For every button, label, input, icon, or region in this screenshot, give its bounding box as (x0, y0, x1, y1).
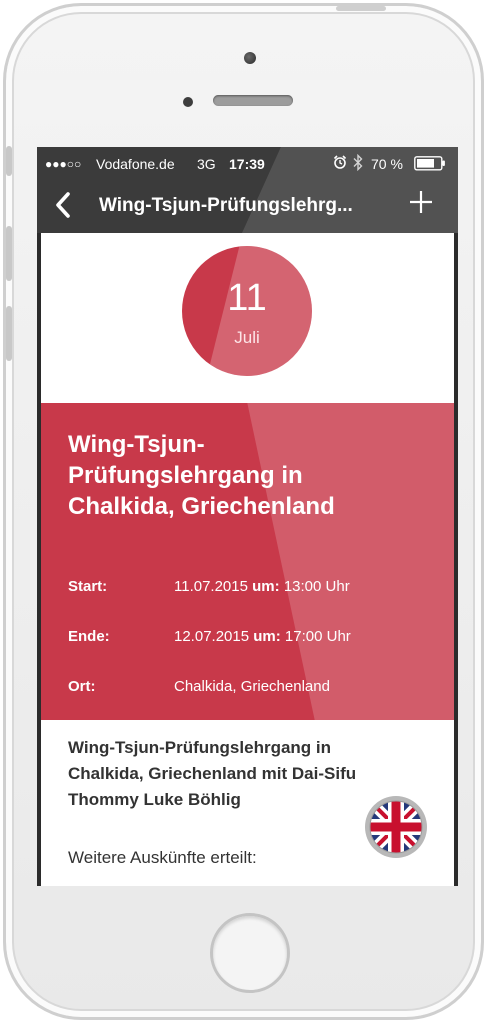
place-value: Chalkida, Griechenland (174, 678, 330, 695)
event-banner: Wing-Tsjun-Prüfungslehrgang in Chalkida,… (41, 403, 454, 720)
page-title: Wing-Tsjun-Prüfungslehrg... (99, 195, 353, 216)
start-date: 11.07.2015 (174, 578, 248, 595)
screen: ●●●○○ Vodafone.de 3G 17:39 70 % Wing-Tsj… (37, 147, 458, 886)
event-description: Wing-Tsjun-Prüfungslehrgang in Chalkida,… (68, 738, 357, 809)
event-detail: 11 Juli Wing-Tsjun-Prüfungslehrgang in C… (41, 233, 454, 886)
date-day: 11 (227, 277, 267, 319)
start-value: 11.07.2015 um: 13:00 Uhr (174, 578, 350, 595)
bluetooth-icon (353, 153, 363, 174)
chevron-left-icon[interactable] (53, 190, 71, 226)
proximity-sensor (183, 97, 193, 107)
place-label: Ort: (68, 678, 96, 695)
uk-flag-icon[interactable] (365, 796, 427, 858)
status-bar: ●●●○○ Vodafone.de 3G 17:39 70 % (37, 147, 458, 181)
navigation-bar: Wing-Tsjun-Prüfungslehrg... (37, 181, 458, 233)
end-date: 12.07.2015 (174, 628, 250, 645)
end-value: 12.07.2015 um: 17:00 Uhr (174, 628, 351, 645)
start-label: Start: (68, 578, 108, 595)
battery-icon (414, 156, 446, 174)
power-button (336, 6, 386, 11)
home-button[interactable] (210, 913, 290, 993)
signal-strength: ●●●○○ (45, 157, 82, 171)
more-info-text: Weitere Auskünfte erteilt: (68, 848, 257, 867)
clock: 17:39 (229, 156, 265, 172)
mute-switch (6, 146, 12, 176)
plus-icon[interactable] (408, 187, 434, 221)
end-label: Ende: (68, 628, 110, 645)
end-time: 17:00 Uhr (284, 628, 351, 645)
alarm-icon (333, 154, 347, 173)
earpiece-speaker (213, 95, 293, 106)
front-camera (244, 52, 256, 64)
event-title: Wing-Tsjun-Prüfungslehrgang in Chalkida,… (68, 431, 335, 520)
date-month: Juli (234, 328, 260, 347)
battery-percent: 70 % (371, 156, 403, 172)
volume-up-button (6, 226, 12, 281)
date-badge: 11 Juli (182, 246, 312, 376)
start-time: 13:00 Uhr (283, 578, 350, 595)
carrier-name: Vodafone.de (96, 156, 175, 172)
network-type: 3G (197, 156, 216, 172)
end-um: um: (253, 628, 281, 645)
volume-down-button (6, 306, 12, 361)
start-um: um: (252, 578, 280, 595)
